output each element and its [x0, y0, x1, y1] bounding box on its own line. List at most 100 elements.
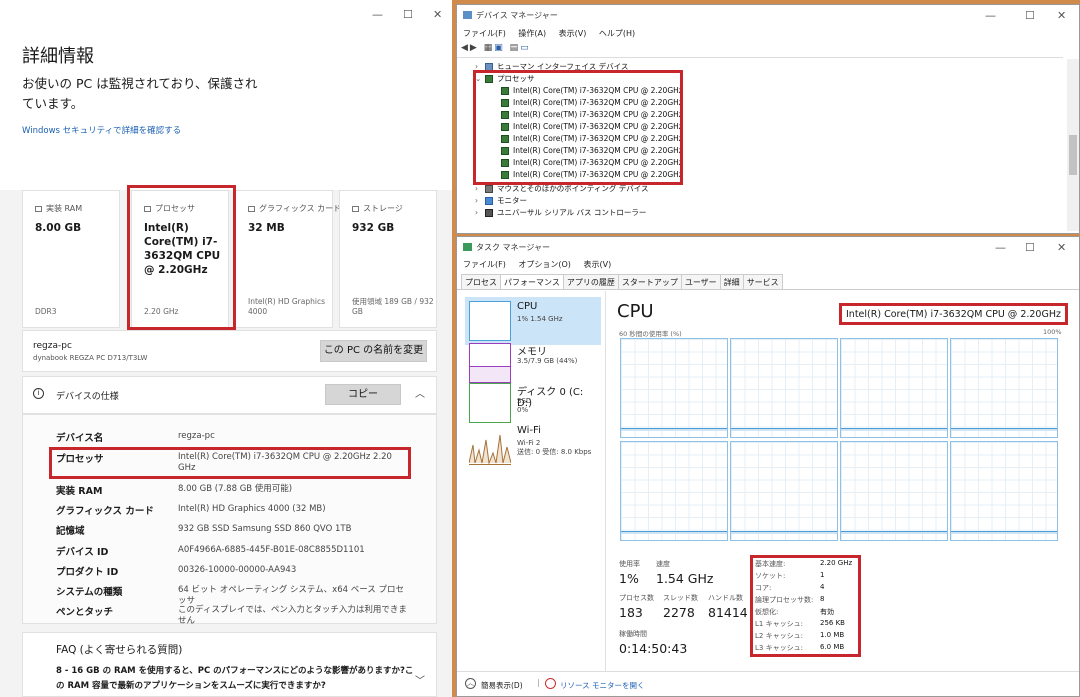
- disk-thumb: [469, 383, 511, 423]
- forward-icon[interactable]: ▶: [470, 43, 479, 53]
- side-item-desc: Wi-Fi 2 送信: 0 受信: 8.0 Kbps: [517, 439, 592, 456]
- card-value: 932 GB: [352, 222, 395, 234]
- menu-file[interactable]: ファイル(F): [463, 29, 506, 38]
- handle-value: 81414: [708, 605, 748, 620]
- menu-file[interactable]: ファイル(F): [463, 260, 506, 269]
- menu-view[interactable]: 表示(V): [583, 260, 611, 269]
- tab-app-history[interactable]: アプリの履歴: [562, 274, 619, 290]
- card-sub: DDR3: [35, 307, 57, 316]
- close-icon[interactable]: ✕: [1057, 9, 1066, 22]
- highlight-cpu-name: [839, 303, 1068, 325]
- cpu-thumb: [469, 301, 511, 341]
- spec-row: グラフィックス カード Intel(R) HD Graphics 4000 (32…: [56, 504, 326, 517]
- core-graph: [620, 441, 728, 541]
- graph-max: 100%: [1043, 328, 1062, 336]
- menu-view[interactable]: 表示(V): [559, 29, 587, 38]
- info-key: L2 キャッシュ:: [755, 632, 803, 640]
- resource-monitor-link[interactable]: リソース モニターを開く: [560, 680, 645, 691]
- minimize-icon[interactable]: —: [995, 241, 1006, 254]
- footer-divider: [457, 671, 1079, 672]
- tab-services[interactable]: サービス: [742, 274, 783, 290]
- spec-row: ペンとタッチ このディスプレイでは、ペン入力とタッチ入力は利用できません: [56, 605, 407, 626]
- chevron-up-icon[interactable]: ︿: [415, 385, 425, 400]
- window-title: タスク マネージャー: [476, 243, 550, 252]
- tab-performance[interactable]: パフォーマンス: [500, 274, 564, 290]
- core-graph: [730, 338, 838, 438]
- side-item-disk[interactable]: ディスク 0 (C: D:) SSD 0%: [465, 379, 601, 427]
- side-item-wifi[interactable]: Wi-Fi Wi-Fi 2 送信: 0 受信: 8.0 Kbps: [465, 421, 601, 469]
- side-divider: [605, 291, 606, 671]
- info-value: 1: [820, 571, 825, 579]
- side-item-name: メモリ: [517, 347, 547, 358]
- menu-options[interactable]: オプション(O): [518, 260, 571, 269]
- usage-label: 使用率: [619, 560, 640, 568]
- faq-title: FAQ (よく寄せられる質問): [56, 644, 183, 656]
- info-value: 8: [820, 595, 825, 603]
- faq-question-line2[interactable]: の RAM 容量で最新のアプリケーションをスムーズに実行できますか?: [56, 679, 326, 691]
- scrollbar-thumb[interactable]: [1069, 135, 1077, 175]
- chevron-up-icon[interactable]: ︿: [465, 678, 476, 689]
- info-icon: i: [33, 388, 44, 399]
- toolbar: ◀▶ ▦▣ ▤▭: [461, 43, 531, 53]
- tree-item-monitor[interactable]: › モニター: [475, 195, 527, 206]
- menu-help[interactable]: ヘルプ(H): [599, 29, 635, 38]
- uptime-value: 0:14:50:43: [619, 641, 688, 656]
- window-title: デバイス マネージャー: [476, 11, 558, 20]
- copy-button[interactable]: コピー: [325, 384, 401, 405]
- minimize-icon[interactable]: —: [372, 8, 383, 21]
- info-key: 基本速度:: [755, 560, 786, 568]
- card-sub: Intel(R) HD Graphics 4000: [248, 297, 325, 316]
- mouse-icon: [485, 185, 493, 193]
- tab-details[interactable]: 詳細: [719, 274, 744, 290]
- info-value: 有効: [820, 608, 834, 616]
- security-link[interactable]: Windows セキュリティで詳細を確認する: [22, 124, 181, 136]
- properties-icon[interactable]: ▦: [484, 43, 495, 53]
- usb-icon: [485, 209, 493, 217]
- rename-pc-button[interactable]: この PC の名前を変更: [320, 340, 427, 362]
- info-key: L1 キャッシュ:: [755, 620, 803, 628]
- side-item-desc: 1% 1.54 GHz: [517, 315, 563, 323]
- monitor-icon[interactable]: ▭: [520, 43, 531, 53]
- maximize-icon[interactable]: ☐: [1025, 241, 1035, 254]
- maximize-icon[interactable]: ☐: [403, 8, 413, 21]
- faq-question-line1[interactable]: 8 - 16 GB の RAM を使用すると、PC のパフォーマンスにどのような…: [56, 664, 413, 676]
- minimize-icon[interactable]: —: [985, 9, 996, 22]
- info-key: 仮想化:: [755, 608, 779, 616]
- page-title: 詳細情報: [22, 46, 94, 67]
- tree-item-usb[interactable]: › ユニバーサル シリアル バス コントローラー: [475, 207, 646, 218]
- info-value: 256 KB: [820, 619, 845, 627]
- spec-row: デバイス ID A0F4966A-6885-445F-B01E-08C8855D1…: [56, 545, 365, 558]
- card-value: 32 MB: [248, 222, 285, 234]
- card-storage: ストレージ 932 GB 使用領域 189 GB / 932 GB: [339, 190, 437, 328]
- chevron-down-icon[interactable]: ﹀: [415, 672, 425, 687]
- device-manager-window: デバイス マネージャー — ☐ ✕ ファイル(F) 操作(A) 表示(V) ヘル…: [456, 4, 1080, 234]
- update-icon[interactable]: ▤: [510, 43, 521, 53]
- highlight-processor-spec: [49, 447, 411, 479]
- memory-thumb: [469, 343, 511, 383]
- help-icon[interactable]: ▣: [494, 43, 505, 53]
- spec-row: プロダクト ID 00326-10000-00000-AA943: [56, 565, 297, 578]
- fewer-details-link[interactable]: 簡易表示(D): [481, 680, 523, 691]
- usage-value: 1%: [619, 571, 639, 586]
- info-value: 1.0 MB: [820, 631, 845, 639]
- tab-startup[interactable]: スタートアップ: [617, 274, 682, 290]
- spec-row: デバイス名 regza-pc: [56, 431, 215, 444]
- monitor-icon: [485, 197, 493, 205]
- cpu-heading: CPU: [617, 301, 654, 322]
- info-value: 2.20 GHz: [820, 559, 853, 567]
- speed-label: 速度: [656, 560, 670, 568]
- tab-users[interactable]: ユーザー: [680, 274, 721, 290]
- close-icon[interactable]: ✕: [1057, 241, 1066, 254]
- menu-bar: ファイル(F) 操作(A) 表示(V) ヘルプ(H): [463, 28, 645, 39]
- card-value: 8.00 GB: [35, 222, 82, 234]
- side-item-cpu[interactable]: CPU 1% 1.54 GHz: [465, 297, 601, 345]
- maximize-icon[interactable]: ☐: [1025, 9, 1035, 22]
- tab-processes[interactable]: プロセス: [461, 274, 501, 290]
- card-graphics: グラフィックス カード 32 MB Intel(R) HD Graphics 4…: [235, 190, 341, 328]
- back-icon[interactable]: ◀: [461, 43, 470, 53]
- scrollbar[interactable]: [1067, 59, 1079, 231]
- wifi-thumb: [468, 425, 512, 465]
- spec-row: システムの種類 64 ビット オペレーティング システム、x64 ベース プロセッ…: [56, 585, 404, 606]
- close-icon[interactable]: ✕: [433, 8, 442, 21]
- menu-action[interactable]: 操作(A): [518, 29, 546, 38]
